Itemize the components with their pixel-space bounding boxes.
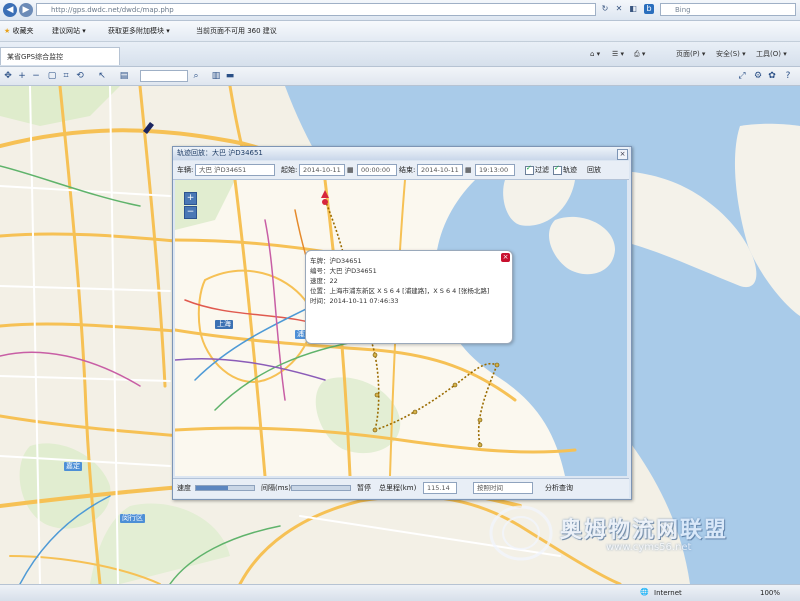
popup-time: 时间：2014-10-11 07:46:33 — [310, 297, 399, 305]
stop-icon[interactable]: ✕ — [614, 4, 624, 14]
address-bar: ◀ ▶ http://gps.dwdc.net/dwdc/map.php ↻ ✕… — [0, 0, 800, 21]
print-icon[interactable]: ⎙ ▾ — [634, 49, 645, 59]
vehicle-label: 车辆: — [177, 166, 194, 174]
calendar-icon-2[interactable]: ▦ — [465, 165, 472, 175]
zoom-out-icon[interactable]: − — [30, 70, 42, 82]
dialog-status-bar: 速度 间隔(ms) 暂停 总里程(km) 115.14 按照时间 分析查询 — [173, 478, 629, 498]
zoom-in-button[interactable]: + — [184, 192, 197, 205]
feeds-icon[interactable]: ☰ ▾ — [612, 49, 624, 59]
select-icon[interactable]: ▢ — [46, 70, 58, 82]
mode-select[interactable]: 按照时间 — [473, 482, 533, 494]
mileage-label: 总里程(km) — [379, 484, 417, 492]
menu-safety[interactable]: 安全(S) ▾ — [716, 49, 746, 59]
close-icon[interactable]: × — [617, 149, 628, 160]
pointer-icon[interactable]: ↖ — [96, 70, 108, 82]
popup-id: 编号：大巴 沪D34651 — [310, 267, 377, 275]
mileage-value: 115.14 — [423, 482, 457, 494]
track-checkbox[interactable] — [553, 164, 562, 175]
pause-button[interactable]: 暂停 — [357, 483, 371, 493]
pan-icon[interactable]: ✥ — [2, 70, 14, 82]
compat-icon[interactable]: ◧ — [628, 4, 638, 14]
start-label: 起始: — [281, 166, 298, 174]
popup-close-icon[interactable]: × — [501, 253, 510, 262]
search-icon[interactable]: ⌕ — [190, 70, 202, 82]
watermark-url: www.cyms56.net — [606, 542, 692, 553]
track-playback-dialog: 轨迹回放：大巴 沪D34651 × 车辆: 大巴 沪D34651 起始: 201… — [172, 146, 632, 500]
menu-page[interactable]: 页面(P) ▾ — [676, 49, 705, 59]
speed-label: 速度 — [177, 484, 191, 492]
favorites-label: 收藏夹 — [12, 27, 34, 35]
progress-slider[interactable] — [291, 485, 351, 491]
flag-icon[interactable]: ▬ — [224, 70, 236, 82]
tools-icon[interactable]: ⚙ — [752, 70, 764, 82]
tab-bar: 某省GPS综合监控 ⌂ ▾ ☰ ▾ ⎙ ▾ 页面(P) ▾ 安全(S) ▾ 工具… — [0, 42, 800, 67]
favorites-button[interactable]: ★ 收藏夹 — [4, 25, 34, 37]
measure-icon[interactable]: ⌗ — [60, 70, 72, 82]
vehicle-info-popup: 车牌：沪D34651 编号：大巴 沪D34651 速度：22 位置：上海市浦东新… — [305, 250, 513, 344]
zone-label: Internet — [654, 589, 682, 597]
filter-checkbox[interactable] — [525, 164, 534, 175]
vehicle-select[interactable]: 大巴 沪D34651 — [195, 164, 275, 176]
favorites-bar: ★ 收藏夹 建议网站 ▾ 获取更多附加模块 ▾ 当前页面不可用 360 建议 — [0, 21, 800, 42]
browser-status-bar: 🌐 Internet 100% — [0, 584, 800, 601]
calendar-icon[interactable]: ▦ — [347, 165, 354, 175]
bing-icon: b — [644, 4, 654, 14]
interval-label: 间隔(ms) — [261, 484, 291, 492]
map-label-jiading: 嘉定 — [64, 462, 82, 471]
url-input[interactable]: http://gps.dwdc.net/dwdc/map.php — [36, 3, 596, 16]
filter-label: 过滤 — [535, 166, 549, 174]
end-date-input[interactable]: 2014-10-11 — [417, 164, 463, 176]
speed-slider-fill — [196, 486, 228, 490]
track-icon[interactable]: ▥ — [210, 70, 222, 82]
menu-tools[interactable]: 工具(O) ▾ — [756, 49, 787, 59]
replay-button[interactable]: 回放 — [587, 165, 601, 175]
map-label-minhang: 闵行区 — [120, 514, 145, 523]
layer-icon[interactable]: ▤ — [118, 70, 130, 82]
map-label-shanghai: 上海 — [215, 320, 233, 329]
favorite-link-3[interactable]: 当前页面不可用 360 建议 — [196, 25, 277, 37]
dialog-title: 轨迹回放：大巴 沪D34651 — [173, 147, 629, 160]
map-toolbar: ✥ + − ▢ ⌗ ⟲ ↖ ▤ ⌕ ▥ ▬ ⤢ ⚙ ✿ ? — [0, 67, 800, 86]
settings-icon[interactable]: ✿ — [766, 70, 778, 82]
map-search-input[interactable] — [140, 70, 188, 82]
zoom-level[interactable]: 100% — [760, 588, 780, 598]
globe-icon: 🌐 — [640, 588, 649, 596]
watermark-logo — [489, 505, 553, 561]
dialog-toolbar: 车辆: 大巴 沪D34651 起始: 2014-10-11 ▦ 00:00:00… — [173, 161, 629, 180]
watermark-text: 奥姆物流网联盟 — [560, 518, 729, 543]
help-icon[interactable]: ? — [782, 70, 794, 82]
popup-plate: 车牌：沪D34651 — [310, 257, 362, 265]
favorite-link-2[interactable]: 获取更多附加模块 ▾ — [108, 25, 170, 37]
zoom-in-icon[interactable]: + — [16, 70, 28, 82]
back-icon[interactable]: ◀ — [3, 3, 17, 17]
watermark: 奥姆物流网联盟 www.cyms56.net — [486, 500, 786, 566]
end-label: 结束: — [399, 166, 416, 174]
search-input[interactable]: Bing — [660, 3, 796, 16]
start-time-input[interactable]: 00:00:00 — [357, 164, 397, 176]
home-icon[interactable]: ⌂ ▾ — [590, 49, 600, 59]
zoom-out-button[interactable]: − — [184, 206, 197, 219]
speed-slider[interactable] — [195, 485, 255, 491]
dialog-map[interactable]: + − 上海 浦东新区 车牌：沪D34651 编号：大巴 沪D34651 速度：… — [175, 180, 627, 476]
star-icon: ★ — [4, 27, 11, 35]
favorite-link-1[interactable]: 建议网站 ▾ — [52, 25, 86, 37]
track-label: 轨迹 — [563, 166, 577, 174]
fullscreen-icon[interactable]: ⤢ — [736, 70, 748, 82]
analysis-button[interactable]: 分析查询 — [545, 483, 573, 493]
popup-location: 位置：上海市浦东新区 X S 6 4 [浦建路]，X S 6 4 [张杨北路] — [310, 287, 490, 295]
refresh-map-icon[interactable]: ⟲ — [74, 70, 86, 82]
tab-active[interactable]: 某省GPS综合监控 — [0, 47, 120, 65]
popup-speed: 速度：22 — [310, 277, 338, 285]
forward-icon[interactable]: ▶ — [19, 3, 33, 17]
refresh-icon[interactable]: ↻ — [600, 4, 610, 14]
start-date-input[interactable]: 2014-10-11 — [299, 164, 345, 176]
end-time-input[interactable]: 19:13:00 — [475, 164, 515, 176]
